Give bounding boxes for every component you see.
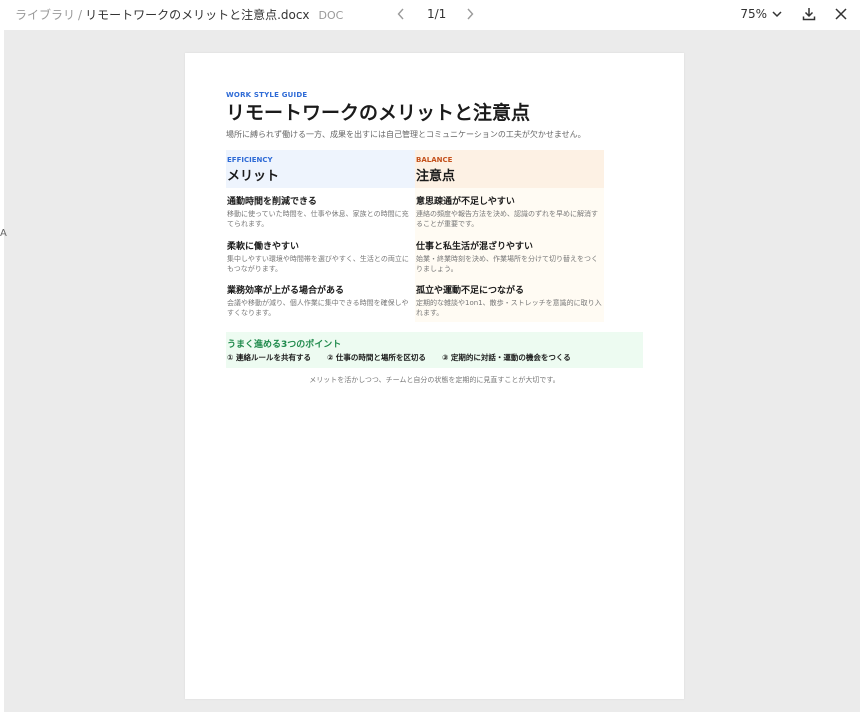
caution-item-title: 意思疎通が不足しやすい: [416, 197, 515, 207]
caution-item-body: 始業・終業時刻を決め、作業場所を分けて切り替えをつくりましょう。: [416, 255, 598, 273]
cautions-tag: BALANCE: [416, 156, 453, 164]
tips-points: ① 連絡ルールを共有する ② 仕事の時間と場所を区切る ③ 定期的に対話・運動の…: [227, 352, 643, 363]
cautions-header: BALANCE 注意点: [415, 150, 604, 188]
caution-item-body: 定期的な雑談や1on1、散歩・ストレッチを意識的に取り入れます。: [416, 299, 602, 317]
chevron-left-icon: [397, 8, 404, 20]
close-button[interactable]: [832, 5, 850, 23]
doc-subtitle: 場所に縛られず働ける一方、成果を出すには自己管理とコミュニケーションの工夫が欠か…: [226, 130, 586, 139]
doc-title: リモートワークのメリットと注意点: [226, 102, 531, 124]
merit-item-body: 会議や移動が減り、個人作業に集中できる時間を確保しやすくなります。: [227, 299, 409, 317]
tip-point: ② 仕事の時間と場所を区切る: [326, 353, 426, 362]
file-name: リモートワークのメリットと注意点.docx: [85, 8, 310, 22]
zoom-level: 75%: [740, 7, 767, 21]
breadcrumb: ライブラリ / リモートワークのメリットと注意点.docx DOC: [15, 6, 343, 23]
cautions-title: 注意点: [416, 169, 456, 184]
caution-item: 意思疎通が不足しやすい 連絡の頻度や報告方法を決め、認識のずれを早めに解消するこ…: [416, 194, 604, 229]
merit-item: 通勤時間を削減できる 移動に使っていた時間を、仕事や休息、家族との時間に充てられ…: [227, 194, 415, 229]
page-count: 1/1: [427, 7, 447, 21]
tip-point: ③ 定期的に対話・運動の機会をつくる: [441, 353, 571, 362]
breadcrumb-separator: /: [78, 8, 83, 22]
merit-item: 柔軟に働きやすい 集中しやすい環境や時間帯を選びやすく、生活との両立にもつながり…: [227, 239, 415, 274]
chevron-right-icon: [467, 8, 474, 20]
download-button[interactable]: [800, 5, 818, 23]
merits-header: EFFICIENCY メリット: [226, 150, 415, 188]
comparison-columns: EFFICIENCY メリット 通勤時間を削減できる 移動に使っていた時間を、仕…: [226, 150, 644, 322]
doc-eyebrow: WORK STYLE GUIDE: [226, 91, 308, 99]
merit-item-title: 通勤時間を削減できる: [227, 197, 317, 207]
caution-item: 孤立や運動不足につながる 定期的な雑談や1on1、散歩・ストレッチを意識的に取り…: [416, 283, 604, 318]
edge-label: A: [0, 228, 7, 239]
merit-item-body: 移動に使っていた時間を、仕事や休息、家族との時間に充てられます。: [227, 210, 409, 228]
merit-item: 業務効率が上がる場合がある 会議や移動が減り、個人作業に集中できる時間を確保しや…: [227, 283, 415, 318]
prev-page-button[interactable]: [393, 5, 409, 23]
zoom-select[interactable]: 75%: [740, 7, 782, 21]
cautions-column: BALANCE 注意点 意思疎通が不足しやすい 連絡の頻度や報告方法を決め、認識…: [415, 150, 604, 322]
file-type-badge: DOC: [318, 9, 344, 22]
merit-item-body: 集中しやすい環境や時間帯を選びやすく、生活との両立にもつながります。: [227, 255, 409, 273]
merits-title: メリット: [227, 169, 280, 184]
merits-tag: EFFICIENCY: [227, 156, 273, 164]
breadcrumb-library-link[interactable]: ライブラリ: [15, 6, 75, 23]
caution-item-title: 孤立や運動不足につながる: [416, 286, 525, 296]
viewer-actions: 75%: [740, 5, 850, 23]
page-navigator: 1/1: [393, 5, 478, 23]
caution-item-body: 連絡の頻度や報告方法を決め、認識のずれを早めに解消することが重要です。: [416, 210, 598, 228]
download-icon: [802, 8, 816, 21]
doc-footnote: メリットを活かしつつ、チームと自分の状態を定期的に見直すことが大切です。: [309, 376, 560, 384]
merit-item-title: 業務効率が上がる場合がある: [227, 286, 345, 296]
tips-title: うまく進める3つのポイント: [227, 340, 342, 350]
document-page: WORK STYLE GUIDE リモートワークのメリットと注意点 場所に縛られ…: [185, 53, 684, 699]
chevron-down-icon: [772, 11, 782, 18]
document-body: WORK STYLE GUIDE リモートワークのメリットと注意点 場所に縛られ…: [226, 91, 644, 322]
tips-box: うまく進める3つのポイント ① 連絡ルールを共有する ② 仕事の時間と場所を区切…: [226, 332, 643, 368]
merits-column: EFFICIENCY メリット 通勤時間を削減できる 移動に使っていた時間を、仕…: [226, 150, 415, 322]
caution-item: 仕事と私生活が混ざりやすい 始業・終業時刻を決め、作業場所を分けて切り替えをつく…: [416, 239, 604, 274]
tip-point: ① 連絡ルールを共有する: [227, 353, 311, 362]
caution-item-title: 仕事と私生活が混ざりやすい: [416, 242, 534, 252]
next-page-button[interactable]: [462, 5, 478, 23]
merit-item-title: 柔軟に働きやすい: [227, 242, 300, 252]
close-icon: [835, 8, 847, 20]
left-panel-edge: [0, 30, 4, 712]
viewer-toolbar: ライブラリ / リモートワークのメリットと注意点.docx DOC 1/1 75…: [0, 0, 860, 30]
